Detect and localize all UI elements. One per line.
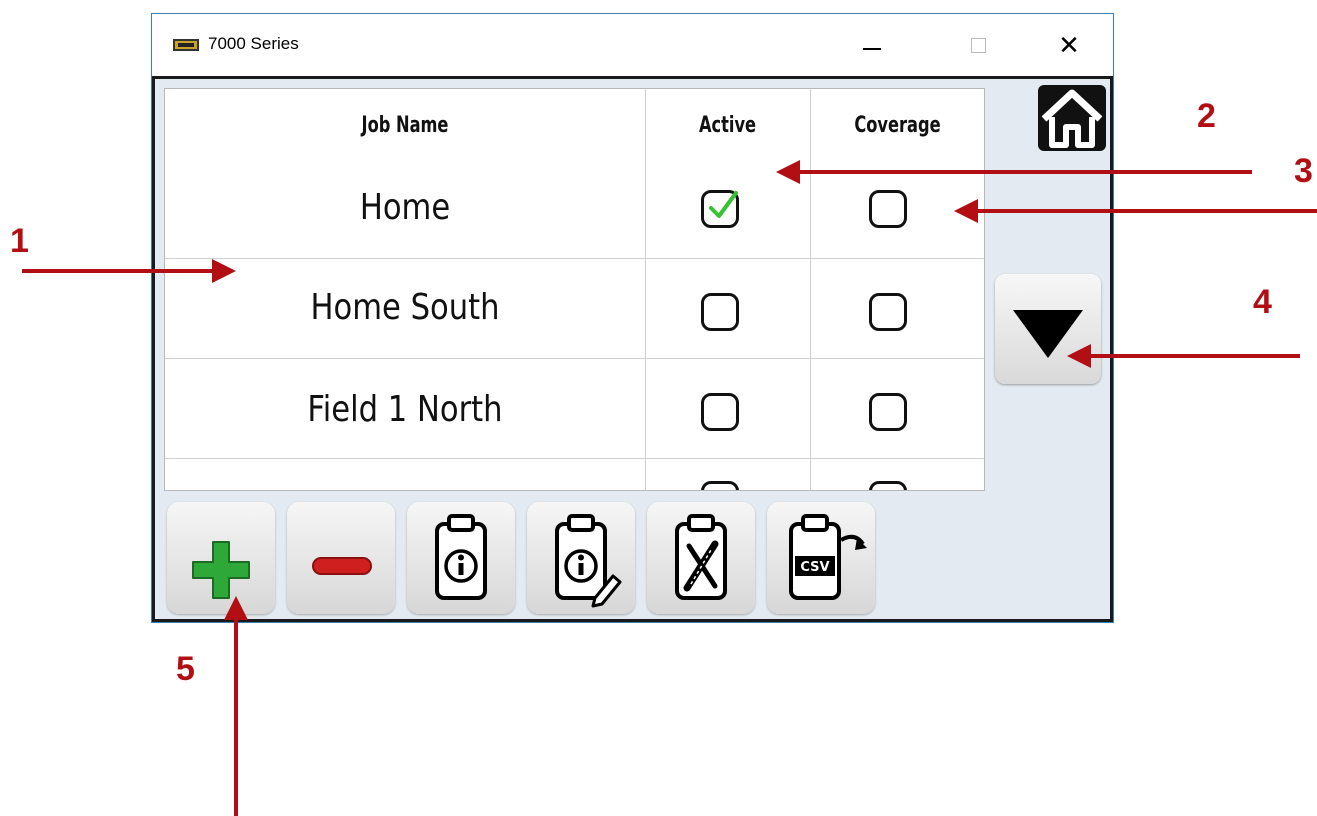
annotation-2: 2 [1197,97,1216,135]
annotation-3: 3 [1294,152,1313,190]
annotation-1: 1 [10,222,29,260]
annotation-5: 5 [176,650,195,688]
annotation-4: 4 [1253,283,1272,321]
annotation-arrows [22,160,1317,816]
